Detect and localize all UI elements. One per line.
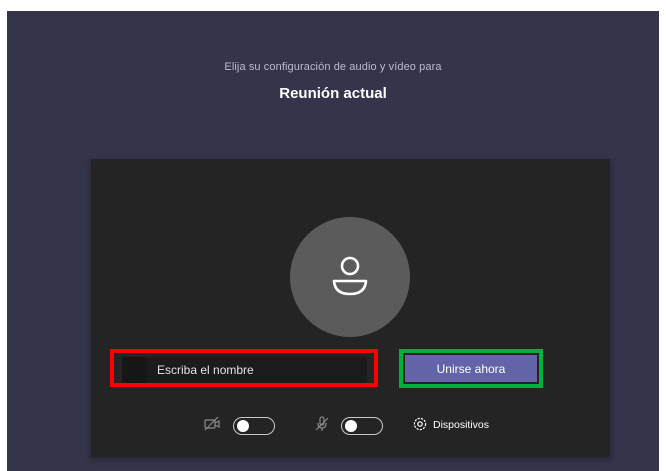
devices-button[interactable]: Dispositivos [433, 419, 489, 431]
person-icon [332, 256, 368, 296]
camera-toggle-knob [237, 420, 249, 432]
name-input[interactable] [146, 357, 367, 383]
name-field[interactable] [122, 357, 367, 383]
pre-join-screen: Elija su configuración de audio y vídeo … [7, 11, 659, 471]
prompt-subtitle: Elija su configuración de audio y vídeo … [224, 61, 442, 73]
gear-icon[interactable] [411, 415, 429, 433]
camera-off-icon[interactable] [203, 415, 221, 433]
avatar [290, 217, 410, 337]
mic-toggle[interactable] [341, 417, 383, 435]
mic-off-icon[interactable] [313, 415, 331, 433]
meeting-title: Reunión actual [279, 85, 387, 102]
device-controls: Dispositivos [91, 413, 610, 439]
preview-card: Unirse ahora Disp [91, 159, 610, 457]
name-field-prefix [122, 357, 146, 383]
join-now-button[interactable]: Unirse ahora [405, 355, 537, 382]
camera-toggle[interactable] [233, 417, 275, 435]
mic-toggle-knob [345, 420, 357, 432]
